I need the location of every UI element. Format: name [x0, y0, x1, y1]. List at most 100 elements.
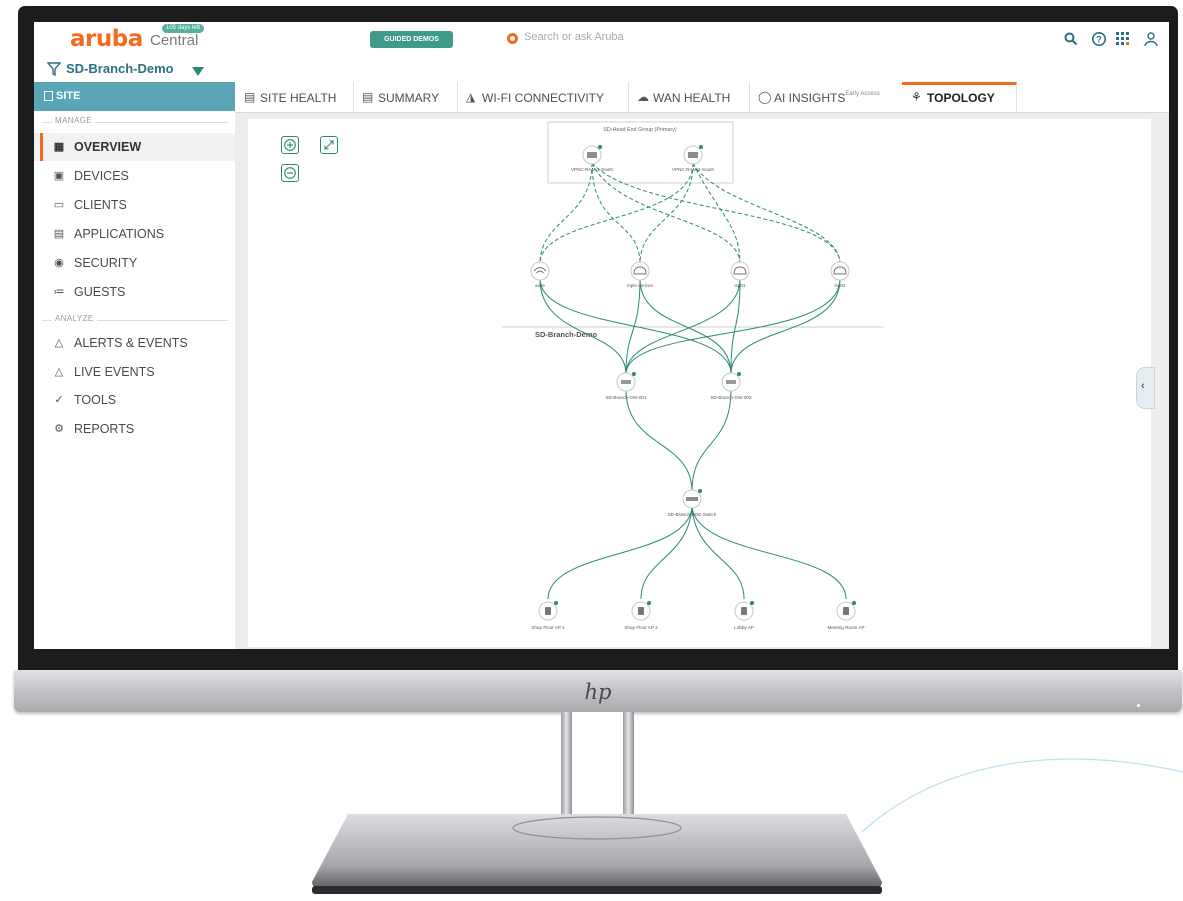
sidebar-site-label: SITE	[56, 90, 81, 102]
node-ap-2[interactable]: Shop Floor AP 2	[624, 601, 658, 630]
gateway-icon	[621, 380, 631, 384]
topology-panel: SD-Head End Group (Primary) SD-Branch-De…	[235, 113, 1169, 649]
sidebar-item-tools[interactable]: ✓ TOOLS	[34, 386, 235, 414]
search-orb-icon	[507, 33, 518, 44]
app-screen: aruba Central 105 days left GUIDED DEMOS…	[34, 22, 1169, 649]
guests-icon: ≔	[53, 286, 65, 298]
guided-demos-button[interactable]: GUIDED DEMOS	[370, 31, 453, 48]
node-gateway-1[interactable]: SD-Branch-GW-001	[605, 372, 647, 400]
tab-wan-health[interactable]: ☁ WAN HEALTH	[628, 82, 750, 112]
tab-ai-insights[interactable]: ◯ AI INSIGHTSEarly Access	[749, 82, 903, 112]
sidebar-item-devices[interactable]: ▣ DEVICES	[34, 162, 235, 190]
site-health-icon: ▤	[244, 90, 256, 104]
sidebar-item-clients[interactable]: ▭ CLIENTS	[34, 191, 235, 219]
tools-icon: ✓	[54, 394, 64, 406]
cloud-icon: ☁	[637, 90, 649, 104]
node-label: Meeting Room AP	[827, 625, 864, 630]
tab-summary[interactable]: ▤ SUMMARY	[353, 82, 458, 112]
node-gateway-2[interactable]: SD-Branch-GW-002	[710, 372, 752, 400]
section-analyze: ANALYZE	[42, 314, 228, 326]
node-wan-isp02[interactable]: isp02	[830, 261, 850, 288]
node-wan-mpls[interactable]: mpls-verizon	[627, 261, 653, 288]
topology-diagram: SD-Head End Group (Primary) SD-Branch-De…	[502, 121, 884, 630]
search-bar[interactable]: Search or ask Aruba	[507, 30, 807, 48]
sidebar-item-label: OVERVIEW	[74, 140, 142, 154]
tab-label: TOPOLOGY	[927, 91, 995, 105]
node-ap-1[interactable]: Shop Floor AP 1	[531, 601, 565, 630]
tab-site-health[interactable]: ▤ SITE HEALTH	[235, 82, 354, 112]
header-icons: ?	[1063, 31, 1163, 47]
node-label: VPNC-RAM-1-South	[571, 167, 614, 172]
tab-label: WI-FI CONNECTIVITY	[482, 91, 604, 105]
top-bar: aruba Central 105 days left GUIDED DEMOS…	[34, 22, 1169, 57]
node-label: Lobby AP	[734, 625, 754, 630]
node-label: VPNC-RAM-2-South	[672, 167, 715, 172]
monitor-stand-base	[312, 814, 882, 894]
site-filter-label[interactable]: SD-Branch-Demo	[66, 61, 174, 76]
tab-topology[interactable]: ⚘ TOPOLOGY	[902, 82, 1017, 112]
sidebar-item-guests[interactable]: ≔ GUESTS	[34, 278, 235, 306]
filter-icon	[47, 62, 61, 76]
apps-grid-icon[interactable]	[1115, 31, 1131, 47]
topology-canvas[interactable]: SD-Head End Group (Primary) SD-Branch-De…	[248, 119, 1155, 647]
bell-icon: △	[54, 366, 64, 378]
svg-text:?: ?	[1096, 35, 1102, 45]
sidebar-item-alerts-events[interactable]: △ ALERTS & EVENTS	[34, 329, 235, 357]
node-label: SD-Branch-POE-Switch	[668, 512, 717, 517]
gateway-icon	[587, 152, 597, 158]
node-label: Shop Floor AP 2	[624, 625, 658, 630]
sidebar-site-header[interactable]: SITE	[34, 82, 235, 111]
side-panel-toggle[interactable]: ‹	[1136, 367, 1155, 409]
node-switch[interactable]: SD-Branch-POE-Switch	[668, 489, 717, 517]
overview-grid-icon: ▦	[53, 141, 65, 153]
reports-icon: ⚙	[54, 423, 64, 435]
applications-icon: ▤	[53, 228, 65, 240]
tab-bar: ▤ SITE HEALTH ▤ SUMMARY ◮ WI-FI CONNECTI…	[235, 82, 1169, 113]
user-icon[interactable]	[1143, 31, 1159, 47]
tab-wifi-connectivity[interactable]: ◮ WI-FI CONNECTIVITY	[457, 82, 629, 112]
site-filter[interactable]: SD-Branch-Demo	[34, 56, 1169, 82]
section-manage: MANAGE	[42, 116, 228, 128]
sidebar-item-reports[interactable]: ⚙ REPORTS	[34, 415, 235, 443]
head-end-group-label: SD-Head End Group (Primary)	[603, 127, 677, 133]
access-point-icon	[843, 607, 849, 615]
gateway-icon	[726, 380, 736, 384]
devices-icon: ▣	[53, 170, 65, 182]
clients-icon: ▭	[53, 199, 65, 211]
node-label: SD-Branch-GW-001	[605, 395, 646, 400]
node-wan-isp01[interactable]: isp01	[730, 261, 750, 288]
sidebar-item-security[interactable]: ◉ SECURITY	[34, 249, 235, 277]
hp-logo: hp	[584, 680, 612, 704]
search-icon[interactable]	[1063, 31, 1079, 47]
search-input[interactable]: Search or ask Aruba	[524, 31, 624, 43]
site-building-icon	[44, 91, 53, 101]
trial-badge: 105 days left	[162, 24, 205, 33]
sidebar-item-live-events[interactable]: △ LIVE EVENTS	[34, 358, 235, 386]
bell-icon: △	[54, 337, 64, 349]
aruba-logo[interactable]: aruba	[70, 26, 143, 52]
section-analyze-label: ANALYZE	[52, 314, 97, 323]
sidebar-item-label: CLIENTS	[74, 198, 127, 212]
help-icon[interactable]: ?	[1091, 31, 1107, 47]
gateway-icon	[688, 152, 698, 158]
power-indicator	[1137, 704, 1140, 707]
access-point-icon	[741, 607, 747, 615]
sidebar-item-label: LIVE EVENTS	[74, 365, 155, 379]
topology-icon: ⚘	[911, 90, 922, 104]
access-point-icon	[545, 607, 551, 615]
product-name: Central	[150, 32, 199, 49]
node-ap-4[interactable]: Meeting Room AP	[827, 601, 865, 630]
sidebar-item-applications[interactable]: ▤ APPLICATIONS	[34, 220, 235, 248]
sidebar-item-overview[interactable]: ▦ OVERVIEW	[34, 133, 235, 161]
tab-label: SITE HEALTH	[260, 91, 337, 105]
tab-ai-insights-label: AI INSIGHTS	[774, 91, 846, 105]
sidebar: SITE MANAGE ▦ OVERVIEW ▣ DEVICES ▭ CLIEN…	[34, 82, 236, 649]
node-wan-airlte[interactable]: airlte	[530, 261, 550, 288]
sidebar-item-label: APPLICATIONS	[74, 227, 165, 241]
access-point-icon	[638, 607, 644, 615]
caret-down-icon[interactable]	[192, 67, 204, 76]
node-label: mpls-verizon	[627, 283, 653, 288]
node-label: Shop Floor AP 1	[531, 625, 565, 630]
node-ap-3[interactable]: Lobby AP	[734, 601, 754, 630]
tab-label: SUMMARY	[378, 91, 440, 105]
